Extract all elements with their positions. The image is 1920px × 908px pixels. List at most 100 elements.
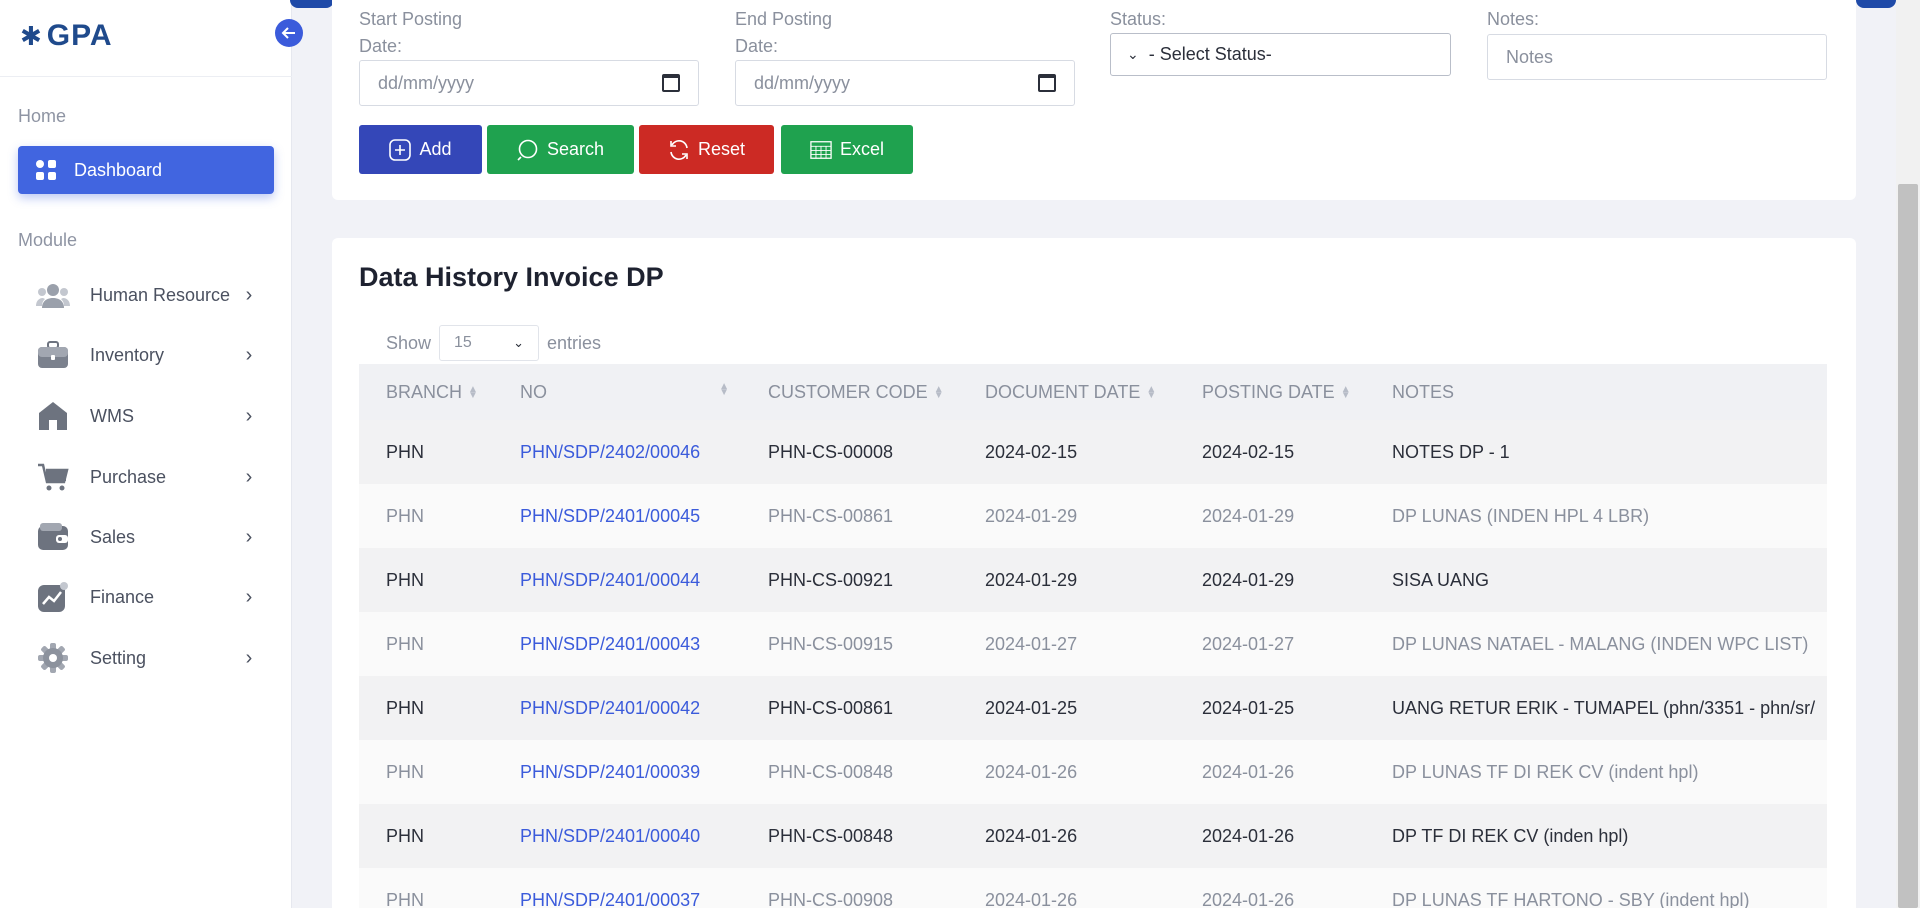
table-row[interactable]: PHN PHN/SDP/2401/00039 PHN-CS-00848 2024… <box>359 740 1827 804</box>
cell-no-link[interactable]: PHN/SDP/2401/00040 <box>493 804 741 868</box>
table-row[interactable]: PHN PHN/SDP/2402/00046 PHN-CS-00008 2024… <box>359 420 1827 484</box>
calendar-icon[interactable] <box>1038 74 1056 92</box>
calendar-icon[interactable] <box>662 74 680 92</box>
sidebar-item-inventory[interactable]: Inventory › <box>36 333 256 377</box>
cell-no-link[interactable]: PHN/SDP/2401/00039 <box>493 740 741 804</box>
home-icon <box>36 401 70 431</box>
cell-customer-code: PHN-CS-00908 <box>768 889 894 908</box>
sidebar-item-label: Dashboard <box>74 159 163 180</box>
table-row[interactable]: PHN PHN/SDP/2401/00040 PHN-CS-00848 2024… <box>359 804 1827 868</box>
sort-icon: ▲ ▼ <box>933 383 944 401</box>
cell-branch: PHN <box>386 889 425 908</box>
cell-branch: PHN <box>386 505 425 526</box>
chevron-right-icon: › <box>245 283 253 306</box>
sidebar-item-setting[interactable]: Setting › <box>36 636 256 680</box>
cell-no-link[interactable]: PHN/SDP/2401/00037 <box>493 868 741 908</box>
table-row[interactable]: PHN PHN/SDP/2401/00042 PHN-CS-00861 2024… <box>359 676 1827 740</box>
logo-divider <box>0 76 292 77</box>
cell-customer-code: PHN-CS-00008 <box>768 441 894 462</box>
entries-label: entries <box>547 332 602 353</box>
sort-icon: ▲ ▼ <box>1340 383 1351 401</box>
table-row[interactable]: PHN PHN/SDP/2401/00045 PHN-CS-00861 2024… <box>359 484 1827 548</box>
cell-document-date: 2024-01-29 <box>985 569 1078 590</box>
column-header-notes[interactable]: NOTES <box>1365 364 1827 420</box>
data-table-container: BRANCH ▲ ▼ NO ▲ ▼ CUSTOMER CODE ▲ ▼ DOCUMENT D… <box>359 364 1827 908</box>
notes-input[interactable]: Notes <box>1487 34 1827 80</box>
page-scrollbar-thumb[interactable] <box>1898 184 1918 908</box>
chevron-right-icon: › <box>245 646 253 669</box>
sidebar-item-sales[interactable]: Sales › <box>36 515 256 559</box>
end-date-input[interactable]: dd/mm/yyyy <box>735 60 1075 106</box>
cell-posting-date: 2024-01-26 <box>1202 825 1295 846</box>
sidebar-item-label: Human Resource <box>90 284 231 305</box>
status-select-value: - Select Status- <box>1148 44 1272 64</box>
grid-icon <box>36 160 56 180</box>
sidebar-item-purchase[interactable]: Purchase › <box>36 455 256 499</box>
table-header-row: BRANCH ▲ ▼ NO ▲ ▼ CUSTOMER CODE ▲ ▼ DOCUMENT D… <box>359 364 1827 420</box>
sidebar-collapse-button[interactable] <box>275 19 303 47</box>
entries-control: Show 15 ⌄ entries <box>386 325 601 361</box>
cell-no-link[interactable]: PHN/SDP/2401/00044 <box>493 548 741 612</box>
cell-branch: PHN <box>386 569 425 590</box>
cell-notes: UANG RETUR ERIK - TUMAPEL (phn/3351 - ph… <box>1392 697 1816 718</box>
sort-icon: ▲ ▼ <box>719 381 729 398</box>
cell-notes: DP LUNAS TF HARTONO - SBY (indent hpl) <box>1392 889 1750 908</box>
data-table: BRANCH ▲ ▼ NO ▲ ▼ CUSTOMER CODE ▲ ▼ DOCUMENT D… <box>359 364 1827 908</box>
search-button[interactable]: Search <box>487 125 634 174</box>
end-date-placeholder: dd/mm/yyyy <box>754 72 851 93</box>
cell-posting-date: 2024-01-26 <box>1202 889 1295 908</box>
cell-no-link[interactable]: PHN/SDP/2401/00045 <box>493 484 741 548</box>
excel-button[interactable]: Excel <box>781 125 913 174</box>
cell-notes: NOTES DP - 1 <box>1392 441 1510 462</box>
cell-no-link[interactable]: PHN/SDP/2401/00043 <box>493 612 741 676</box>
table-row[interactable]: PHN PHN/SDP/2401/00043 PHN-CS-00915 2024… <box>359 612 1827 676</box>
entries-select[interactable]: 15 ⌄ <box>439 325 540 361</box>
add-button-label: Add <box>419 139 452 159</box>
sidebar-item-finance[interactable]: Finance › <box>36 575 256 619</box>
cell-document-date: 2024-01-26 <box>985 889 1078 908</box>
cell-document-date: 2024-01-27 <box>985 633 1078 654</box>
start-date-input[interactable]: dd/mm/yyyy <box>359 60 699 106</box>
column-header-customer-code[interactable]: CUSTOMER CODE ▲ ▼ <box>741 364 958 420</box>
table-row[interactable]: PHN PHN/SDP/2401/00037 PHN-CS-00908 2024… <box>359 868 1827 908</box>
chevron-down-icon: ⌄ <box>513 335 525 350</box>
cell-posting-date: 2024-01-29 <box>1202 569 1295 590</box>
status-label: Status: <box>1110 9 1167 29</box>
plus-square-icon <box>389 138 412 161</box>
section-label-module: Module <box>18 230 78 250</box>
table-title: Data History Invoice DP <box>359 262 664 292</box>
cell-no-link[interactable]: PHN/SDP/2401/00042 <box>493 676 741 740</box>
gear-icon <box>36 643 70 673</box>
show-label: Show <box>386 332 432 353</box>
status-select[interactable]: ⌄ - Select Status- <box>1110 33 1451 76</box>
cell-no-link[interactable]: PHN/SDP/2402/00046 <box>493 420 741 484</box>
refresh-icon <box>668 139 690 161</box>
sidebar-item-label: WMS <box>90 405 134 426</box>
column-header-posting-date[interactable]: POSTING DATE ▲ ▼ <box>1175 364 1365 420</box>
app-logo[interactable]: ✱ GPA <box>20 18 113 54</box>
table-row[interactable]: PHN PHN/SDP/2401/00044 PHN-CS-00921 2024… <box>359 548 1827 612</box>
sidebar-item-label: Purchase <box>90 466 167 487</box>
cart-icon <box>36 462 70 492</box>
sidebar-item-wms[interactable]: WMS › <box>36 394 256 438</box>
reset-button[interactable]: Reset <box>639 125 774 174</box>
table-grid-icon <box>810 139 832 161</box>
sort-icon: ▲ ▼ <box>468 383 478 401</box>
cell-branch: PHN <box>386 441 425 462</box>
cell-notes: DP TF DI REK CV (inden hpl) <box>1392 825 1629 846</box>
header-edge-right <box>1856 0 1896 8</box>
column-header-document-date[interactable]: DOCUMENT DATE ▲ ▼ <box>958 364 1175 420</box>
column-header-no[interactable]: NO ▲ ▼ <box>493 364 741 420</box>
column-header-branch[interactable]: BRANCH ▲ ▼ <box>359 364 493 420</box>
cell-posting-date: 2024-02-15 <box>1202 441 1295 462</box>
cell-posting-date: 2024-01-26 <box>1202 761 1295 782</box>
cell-notes: SISA UANG <box>1392 569 1490 590</box>
cell-branch: PHN <box>386 761 425 782</box>
section-label-home: Home <box>18 106 67 126</box>
sidebar-item-human-resource[interactable]: Human Resource › <box>36 273 256 317</box>
add-button[interactable]: Add <box>359 125 482 174</box>
sidebar-item-label: Finance <box>90 586 155 607</box>
chevron-right-icon: › <box>245 404 253 427</box>
chevron-right-icon: › <box>245 465 253 488</box>
sidebar-item-dashboard[interactable]: Dashboard <box>18 146 274 194</box>
